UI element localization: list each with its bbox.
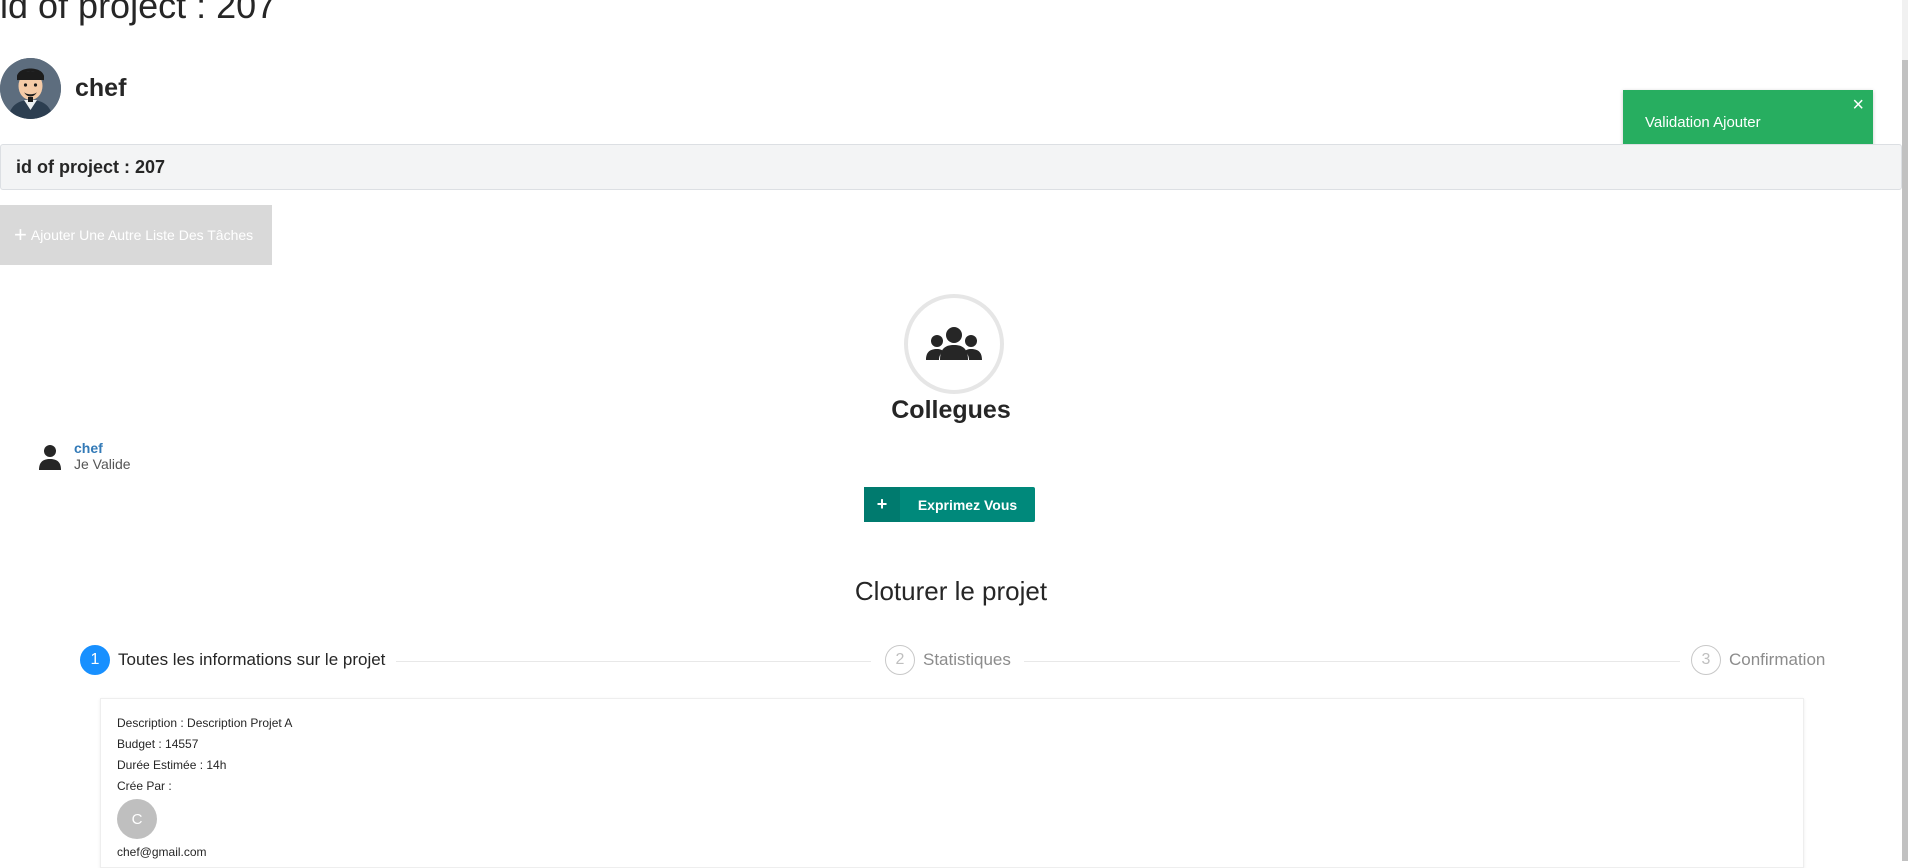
add-task-list-button[interactable]: + Ajouter Une Autre Liste Des Tâches [0, 205, 272, 265]
scrollbar[interactable] [1902, 0, 1908, 861]
plus-icon: + [14, 222, 27, 247]
step-divider [1024, 661, 1680, 662]
close-project-title: Cloturer le projet [854, 576, 1048, 606]
page-title: id of project : 207 [0, 0, 277, 26]
project-budget: Budget : 14557 [117, 737, 199, 751]
plus-icon: + [864, 487, 900, 522]
step-divider [396, 661, 871, 662]
close-icon[interactable]: × [1852, 94, 1864, 117]
team-icon-circle [904, 294, 1004, 394]
project-info-card: Description : Description Projet A Budge… [100, 698, 1804, 868]
add-task-list-label: Ajouter Une Autre Liste Des Tâches [30, 227, 254, 243]
colleague-item: chef Je Valide [38, 440, 131, 472]
close-project-stepper: 1 Toutes les informations sur le projet … [80, 645, 1826, 679]
step-number: 3 [1691, 645, 1721, 675]
step-label: Confirmation [1729, 650, 1826, 669]
creator-email: chef@gmail.com [117, 845, 207, 859]
creator-avatar: C [117, 799, 157, 839]
step-statistics[interactable]: 2 Statistiques [885, 645, 1011, 675]
step-number: 2 [885, 645, 915, 675]
user-name: chef [75, 74, 127, 102]
created-by-label: Crée Par : [117, 779, 172, 793]
colleague-status: Je Valide [74, 456, 131, 472]
users-icon [926, 327, 982, 360]
colleague-name[interactable]: chef [74, 440, 131, 456]
step-label: Statistiques [923, 650, 1011, 669]
project-duration: Durée Estimée : 14h [117, 758, 227, 772]
project-description: Description : Description Projet A [117, 716, 293, 730]
express-yourself-button[interactable]: + Exprimez Vous [864, 487, 1035, 522]
step-number: 1 [80, 645, 110, 675]
scrollbar-thumb[interactable] [1902, 60, 1908, 861]
step-label: Toutes les informations sur le projet [118, 650, 386, 669]
express-yourself-label: Exprimez Vous [917, 496, 1018, 513]
user-header: chef [0, 58, 126, 119]
step-project-info[interactable]: 1 Toutes les informations sur le projet [80, 645, 386, 675]
toast-message: Validation Ajouter [1645, 114, 1761, 131]
user-avatar[interactable] [0, 58, 61, 119]
user-icon [39, 445, 61, 470]
project-id-bar: id of project : 207 [0, 144, 1902, 190]
team-title: Collegues [891, 396, 1011, 424]
step-confirmation[interactable]: 3 Confirmation [1691, 645, 1826, 675]
